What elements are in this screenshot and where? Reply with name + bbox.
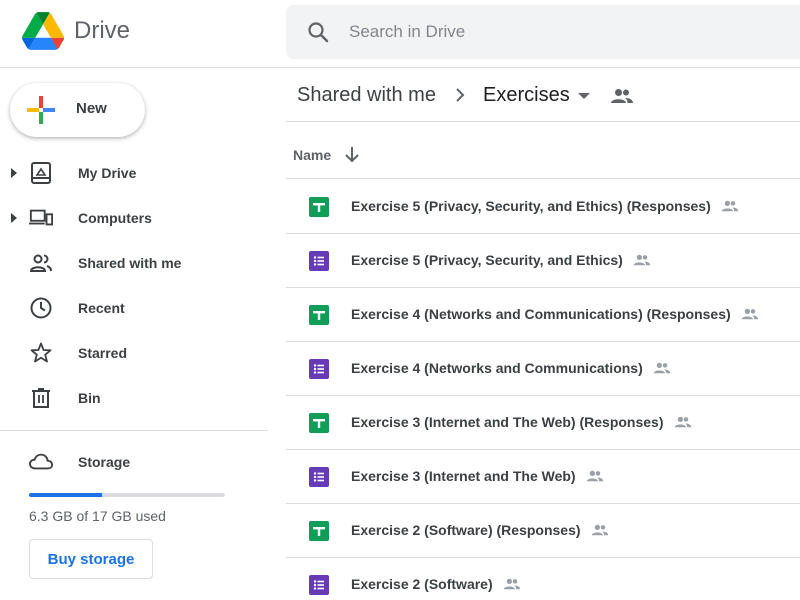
column-name-header[interactable]: Name: [293, 147, 331, 163]
shared-people-icon: [586, 469, 604, 482]
search-icon[interactable]: [306, 20, 330, 44]
file-row[interactable]: Exercise 3 (Internet and The Web) (Respo…: [286, 396, 800, 450]
breadcrumb-shared-with-me[interactable]: Shared with me: [297, 84, 436, 107]
file-name: Exercise 3 (Internet and The Web) (Respo…: [351, 414, 692, 430]
file-name: Exercise 2 (Software) (Responses): [351, 522, 609, 538]
clock-icon: [30, 297, 52, 319]
file-list-header: Name: [286, 123, 800, 179]
expand-arrow-icon[interactable]: [10, 167, 18, 179]
file-name: Exercise 4 (Networks and Communications): [351, 360, 671, 376]
sidebar-item-label: Starred: [78, 345, 128, 361]
file-name: Exercise 4 (Networks and Communications)…: [351, 306, 759, 322]
new-button[interactable]: New: [10, 83, 145, 137]
sidebar-divider: [0, 430, 268, 431]
caret-down-icon[interactable]: [578, 93, 590, 99]
file-row[interactable]: Exercise 3 (Internet and The Web): [286, 450, 800, 504]
file-row[interactable]: Exercise 2 (Software) (Responses): [286, 504, 800, 558]
storage-used-text: 6.3 GB of 17 GB used: [29, 508, 166, 524]
search-input[interactable]: [349, 19, 769, 45]
shared-people-icon: [741, 307, 759, 320]
file-name: Exercise 5 (Privacy, Security, and Ethic…: [351, 252, 651, 268]
star-icon: [30, 342, 52, 363]
file-name-text: Exercise 5 (Privacy, Security, and Ethic…: [351, 252, 623, 268]
sidebar-item-label: Shared with me: [78, 255, 182, 271]
sidebar-item-starred[interactable]: Starred: [0, 333, 268, 373]
file-name: Exercise 5 (Privacy, Security, and Ethic…: [351, 198, 739, 214]
file-name: Exercise 3 (Internet and The Web): [351, 468, 604, 484]
google-forms-icon: [309, 359, 329, 379]
bin-icon: [32, 388, 50, 408]
expand-arrow-icon[interactable]: [10, 212, 18, 224]
sidebar-item-bin[interactable]: Bin: [0, 378, 268, 418]
my-drive-icon: [31, 162, 51, 184]
google-sheets-icon: [309, 305, 329, 325]
google-sheets-icon: [309, 197, 329, 217]
file-name-text: Exercise 5 (Privacy, Security, and Ethic…: [351, 198, 711, 214]
search-bar[interactable]: [286, 5, 800, 59]
file-name-text: Exercise 2 (Software): [351, 576, 493, 592]
computers-icon: [29, 209, 53, 226]
shared-people-icon: [674, 415, 692, 428]
sidebar-item-my-drive[interactable]: My Drive: [0, 153, 268, 193]
drive-logo-icon[interactable]: [22, 12, 64, 50]
file-name-text: Exercise 3 (Internet and The Web) (Respo…: [351, 414, 664, 430]
file-row[interactable]: Exercise 2 (Software): [286, 558, 800, 600]
shared-people-icon: [721, 199, 739, 212]
storage-label: Storage: [78, 454, 131, 470]
arrow-down-icon[interactable]: [344, 145, 360, 163]
top-bar: Drive: [0, 0, 800, 68]
file-row[interactable]: Exercise 5 (Privacy, Security, and Ethic…: [286, 180, 800, 234]
sidebar-item-storage[interactable]: Storage: [0, 442, 268, 482]
sidebar-item-label: Recent: [78, 300, 125, 316]
shared-people-icon: [503, 577, 521, 590]
breadcrumb: Shared with me Exercises: [286, 69, 800, 122]
shared-people-icon: [653, 361, 671, 374]
sidebar-item-label: My Drive: [78, 165, 137, 181]
cloud-icon: [29, 453, 53, 470]
sidebar-item-computers[interactable]: Computers: [0, 198, 268, 238]
shared-people-icon: [591, 523, 609, 536]
google-forms-icon: [309, 467, 329, 487]
new-button-label: New: [76, 100, 107, 117]
file-row[interactable]: Exercise 5 (Privacy, Security, and Ethic…: [286, 234, 800, 288]
file-row[interactable]: Exercise 4 (Networks and Communications): [286, 342, 800, 396]
main-content: Shared with me Exercises Name Exercise 5…: [286, 69, 800, 600]
google-forms-icon: [309, 575, 329, 595]
shared-with-me-icon: [29, 254, 52, 272]
file-name-text: Exercise 4 (Networks and Communications): [351, 360, 643, 376]
sidebar-item-shared-with-me[interactable]: Shared with me: [0, 243, 268, 283]
sidebar-item-recent[interactable]: Recent: [0, 288, 268, 328]
google-forms-icon: [309, 251, 329, 271]
buy-storage-button[interactable]: Buy storage: [29, 539, 153, 579]
file-name: Exercise 2 (Software): [351, 576, 521, 592]
file-name-text: Exercise 4 (Networks and Communications)…: [351, 306, 731, 322]
file-row[interactable]: Exercise 4 (Networks and Communications)…: [286, 288, 800, 342]
file-name-text: Exercise 3 (Internet and The Web): [351, 468, 576, 484]
file-name-text: Exercise 2 (Software) (Responses): [351, 522, 581, 538]
shared-people-icon: [633, 253, 651, 266]
storage-usage-fill: [29, 493, 102, 497]
google-sheets-icon: [309, 413, 329, 433]
chevron-right-icon: [456, 88, 465, 102]
sidebar-item-label: Computers: [78, 210, 152, 226]
plus-icon: [27, 96, 55, 124]
shared-folder-icon: [611, 89, 633, 103]
app-name: Drive: [74, 17, 131, 44]
storage-usage-bar: [29, 493, 225, 497]
breadcrumb-current-folder[interactable]: Exercises: [483, 84, 570, 107]
sidebar-item-label: Bin: [78, 390, 101, 406]
google-sheets-icon: [309, 521, 329, 541]
sidebar: New My Drive Computers Shared with me Re…: [0, 69, 268, 600]
